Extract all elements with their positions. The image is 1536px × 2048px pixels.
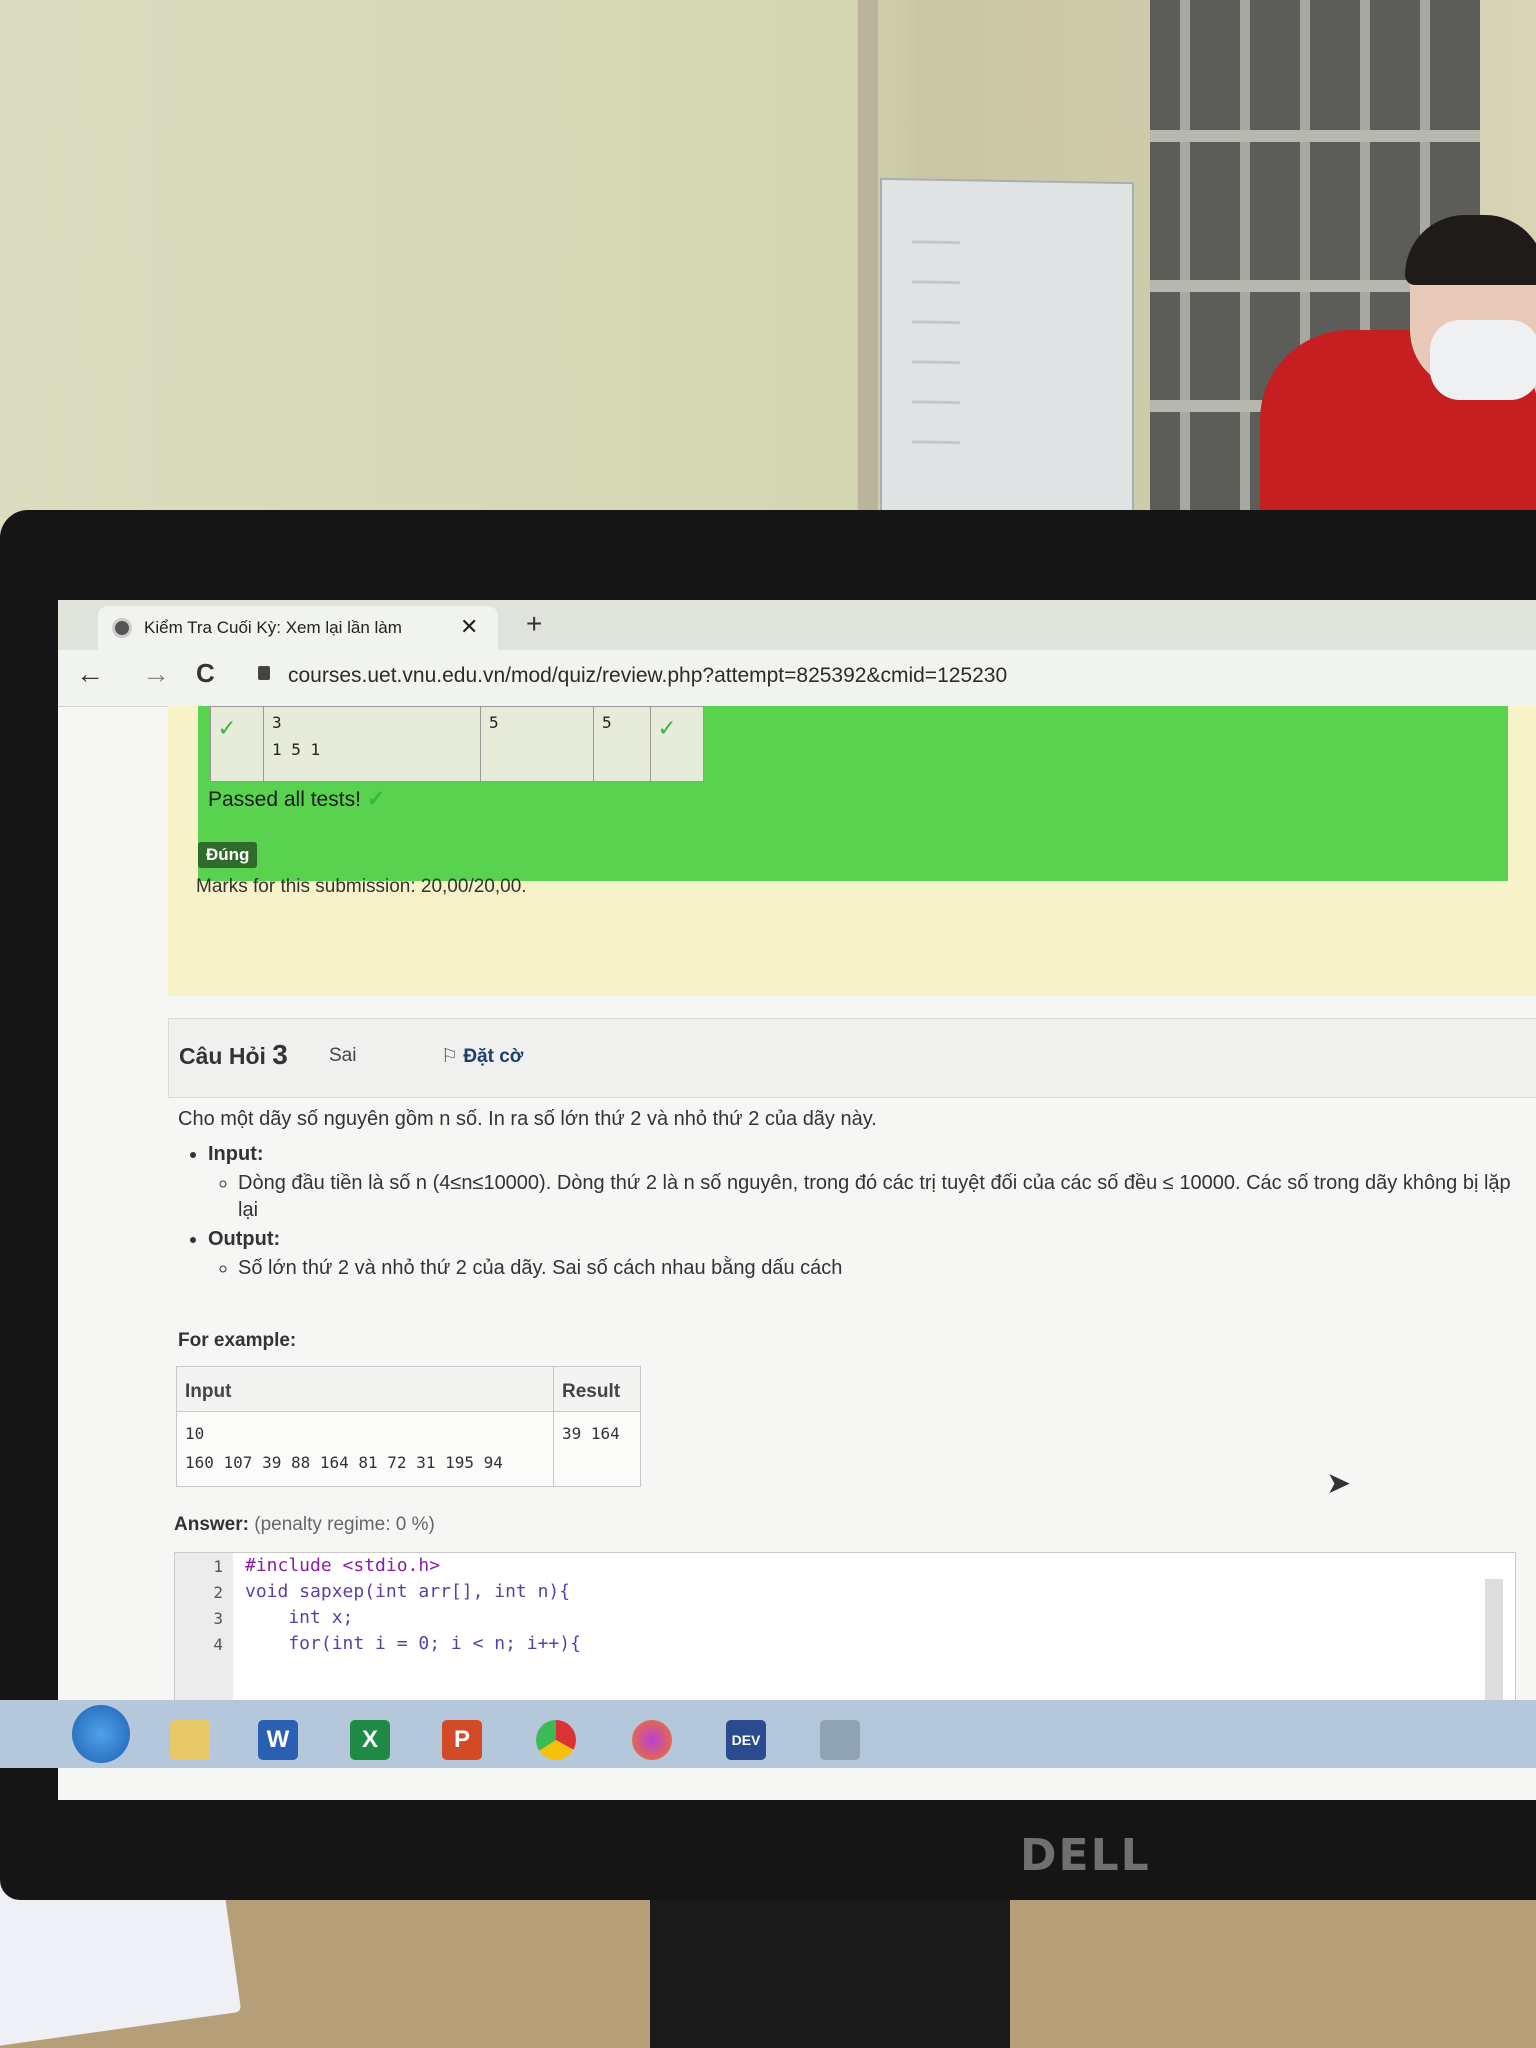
question-info-header: Câu Hỏi 3 Sai ⚐ Đặt cờ <box>168 1018 1536 1098</box>
flag-question-button[interactable]: ⚐ Đặt cờ <box>441 1045 523 1068</box>
face-mask <box>1430 320 1536 400</box>
quiz-review-page: ✓ 31 5 1 5 5 ✓ Passed all tests! ✓ Đúng … <box>58 706 1536 1744</box>
chrome-icon[interactable] <box>524 1706 588 1762</box>
passed-all-tests: Passed all tests! ✓ <box>208 786 385 812</box>
table-header-row: Input Result <box>176 1366 641 1412</box>
tab-close-icon[interactable]: ✕ <box>460 614 478 640</box>
row-input-line: 1 5 1 <box>272 740 321 759</box>
url-field[interactable]: courses.uet.vnu.edu.vn/mod/quiz/review.p… <box>288 664 1007 688</box>
line-number: 2 <box>213 1583 223 1602</box>
back-icon[interactable]: ← <box>76 658 104 690</box>
monitor-screen: Kiểm Tra Cuối Kỳ: Xem lại lần làm ✕ + ← … <box>58 600 1536 1800</box>
question-number: Câu Hỏi 3 <box>179 1039 288 1071</box>
dev-cpp-icon[interactable]: DEV <box>714 1706 778 1762</box>
flag-icon: ⚐ <box>441 1046 459 1067</box>
example-result: 39 164 <box>553 1411 641 1487</box>
table-row: ✓ 3 1 5 1 5 5 ✓ <box>210 706 704 782</box>
column-header-input: Input <box>176 1366 554 1412</box>
output-description: Số lớn thứ 2 và nhỏ thứ 2 của dãy. Sai s… <box>238 1255 1518 1282</box>
output-heading: Output: <box>208 1228 281 1250</box>
address-bar: ← → C courses.uet.vnu.edu.vn/mod/quiz/re… <box>58 650 1536 707</box>
table-row: 10 160 107 39 88 164 81 72 31 195 94 39 1… <box>176 1411 641 1487</box>
input-description: Dòng đầu tiền là số n (4≤n≤10000). Dòng … <box>238 1170 1518 1224</box>
door-frame <box>858 0 878 540</box>
tab-title: Kiểm Tra Cuối Kỳ: Xem lại lần làm <box>144 618 402 637</box>
row-got: 5 <box>593 706 651 782</box>
column-header-result: Result <box>553 1366 641 1412</box>
answer-label-row: Answer: (penalty regime: 0 %) <box>174 1514 435 1536</box>
question-number-value: 3 <box>272 1039 288 1070</box>
question-text: Cho một dãy số nguyên gồm n số. In ra số… <box>178 1106 1518 1284</box>
browser-tab-strip: Kiểm Tra Cuối Kỳ: Xem lại lần làm ✕ + <box>58 600 1536 650</box>
windows-taskbar: W X P DEV <box>0 1700 1536 1768</box>
mouse-pointer-icon: ➤ <box>1326 1467 1352 1500</box>
for-example-label: For example: <box>178 1330 297 1351</box>
browser-tab[interactable]: Kiểm Tra Cuối Kỳ: Xem lại lần làm ✕ <box>98 606 498 650</box>
question-intro: Cho một dãy số nguyên gồm n số. In ra số… <box>178 1108 877 1130</box>
row-input-line: 3 <box>272 713 282 732</box>
example-table: Input Result 10 160 107 39 88 164 81 72 3… <box>176 1366 641 1487</box>
forward-icon[interactable]: → <box>142 658 170 690</box>
start-orb-icon[interactable] <box>72 1705 130 1763</box>
input-heading: Input: <box>208 1143 264 1165</box>
code-line[interactable]: #include <stdio.h> <box>245 1555 440 1576</box>
new-tab-button[interactable]: + <box>526 608 542 640</box>
file-explorer-icon[interactable] <box>158 1706 222 1762</box>
monitor-brand-logo: DELL <box>1020 1830 1151 1881</box>
code-line[interactable]: for(int i = 0; i < n; i++){ <box>245 1633 581 1654</box>
line-number: 1 <box>213 1557 223 1576</box>
penalty-regime: (penalty regime: 0 %) <box>254 1514 435 1535</box>
row-expected: 5 <box>480 706 594 782</box>
answer-label: Answer: <box>174 1514 249 1535</box>
code-line[interactable]: int x; <box>245 1607 353 1628</box>
marks-text: Marks for this submission: 20,00/20,00. <box>196 876 527 897</box>
line-number: 4 <box>213 1635 223 1654</box>
example-input-line: 10 <box>185 1424 205 1443</box>
reload-icon[interactable]: C <box>196 658 215 689</box>
passed-text: Passed all tests! <box>208 788 361 811</box>
question-state: Sai <box>329 1045 357 1066</box>
lock-icon[interactable] <box>258 666 270 680</box>
row-correct-check-icon: ✓ <box>659 713 675 743</box>
powerpoint-icon[interactable]: P <box>430 1706 494 1762</box>
word-icon[interactable]: W <box>246 1706 310 1762</box>
question-label: Câu Hỏi <box>179 1043 266 1069</box>
passed-check-icon: ✓ <box>366 786 386 811</box>
row-pass-check-icon: ✓ <box>219 713 235 743</box>
site-favicon-icon <box>112 618 132 638</box>
wall-notice-board <box>880 177 1134 537</box>
example-input-line: 160 107 39 88 164 81 72 31 195 94 <box>185 1452 503 1472</box>
status-badge: Đúng <box>198 842 258 868</box>
flag-label: Đặt cờ <box>463 1046 524 1067</box>
test-result-table: ✓ 3 1 5 1 5 5 ✓ <box>210 706 704 782</box>
line-number: 3 <box>213 1609 223 1628</box>
code-line[interactable]: void sapxep(int arr[], int n){ <box>245 1581 570 1602</box>
excel-icon[interactable]: X <box>338 1706 402 1762</box>
window-icon[interactable] <box>808 1706 872 1762</box>
firefox-icon[interactable] <box>620 1706 684 1762</box>
